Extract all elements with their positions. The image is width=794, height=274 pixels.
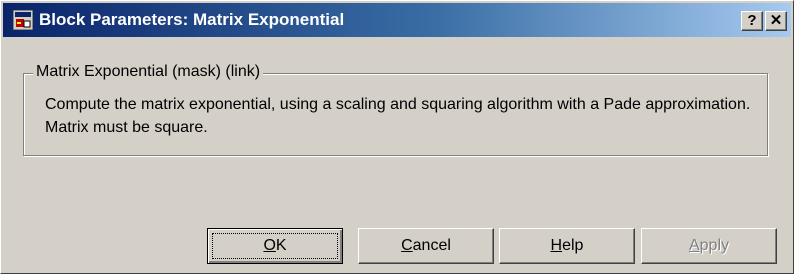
apply-mnemonic: A [688, 237, 700, 254]
group-label: Matrix Exponential (mask) (link) [33, 62, 264, 82]
help-label-rest: elp [562, 237, 584, 254]
help-button[interactable]: Help [499, 228, 635, 264]
mask-description-text: Compute the matrix exponential, using a … [45, 96, 751, 136]
cancel-button[interactable]: Cancel [358, 228, 494, 264]
block-parameters-dialog: Block Parameters: Matrix Exponential ? ✕… [0, 0, 794, 274]
ok-button[interactable]: OK [207, 228, 343, 264]
close-button[interactable]: ✕ [765, 11, 787, 31]
close-icon: ✕ [769, 12, 783, 29]
focus-rectangle [212, 233, 338, 259]
apply-button[interactable]: Apply [641, 228, 777, 264]
cancel-mnemonic: C [401, 237, 413, 254]
title-help-button[interactable]: ? [741, 11, 763, 31]
window-title: Block Parameters: Matrix Exponential [39, 10, 345, 29]
title-bar[interactable]: Block Parameters: Matrix Exponential ? ✕ [3, 3, 791, 37]
apply-label-rest: pply [699, 237, 730, 254]
cancel-label-rest: ancel [412, 237, 451, 254]
help-mnemonic: H [550, 237, 563, 254]
simulink-block-icon [12, 9, 34, 31]
